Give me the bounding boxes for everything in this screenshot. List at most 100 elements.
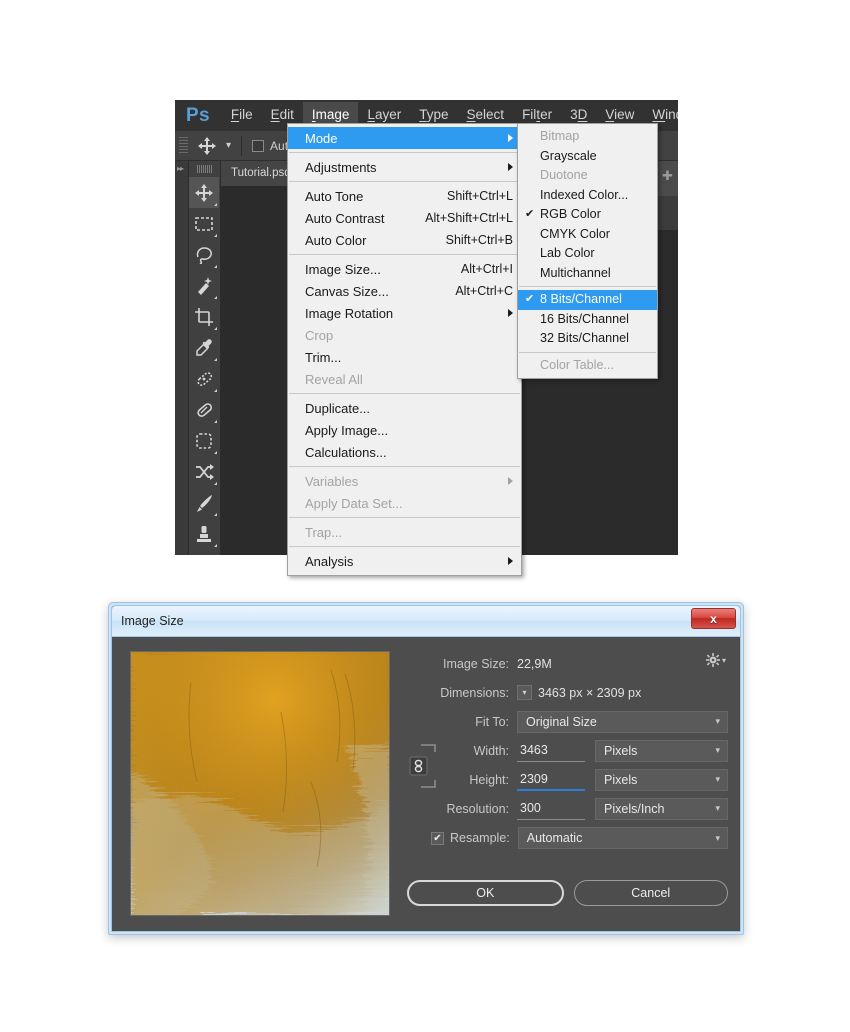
- menu-separator: [289, 466, 520, 467]
- image-size-form: Image Size: 22,9M: [407, 649, 728, 853]
- menu-item-duplicate[interactable]: Duplicate...: [288, 397, 521, 419]
- width-unit-select[interactable]: Pixels ▾: [595, 740, 728, 762]
- cancel-button[interactable]: Cancel: [574, 880, 729, 906]
- tool-flyout-indicator: [214, 482, 217, 485]
- menu-item-label: Auto Contrast: [305, 212, 403, 225]
- menu-item-rgb-color[interactable]: ✔RGB Color: [518, 205, 657, 225]
- fit-to-chevron-down-icon: ▾: [715, 716, 720, 727]
- shuffle-tool[interactable]: [189, 456, 219, 487]
- submenu-arrow-icon: [508, 163, 513, 171]
- resolution-input[interactable]: 300: [517, 798, 585, 820]
- expand-panels-icon[interactable]: ▸▸: [175, 161, 188, 173]
- tool-flyout-indicator: [214, 358, 217, 361]
- menu-item-8-bits-channel[interactable]: ✔8 Bits/Channel: [518, 290, 657, 310]
- history-brush-tool[interactable]: [189, 549, 219, 555]
- tools-panel-gripper[interactable]: [197, 165, 213, 173]
- dimensions-units-chevron-down-icon[interactable]: ▾: [517, 685, 532, 700]
- resample-checkbox[interactable]: ✔: [431, 832, 444, 845]
- menu-item-grayscale[interactable]: Grayscale: [518, 147, 657, 167]
- menu-separator: [289, 254, 520, 255]
- dialog-buttons: OK Cancel: [407, 880, 728, 906]
- menu-separator: [519, 286, 656, 287]
- menu-separator: [289, 393, 520, 394]
- dialog-title-bar[interactable]: Image Size x: [112, 606, 740, 637]
- menu-item-analysis[interactable]: Analysis: [288, 550, 521, 572]
- width-height-group: Width: 3463 Pixels ▾ Height: 2309 Pixels…: [407, 736, 728, 794]
- resolution-row: Resolution: 300 Pixels/Inch ▾: [407, 794, 728, 823]
- move-tool-icon[interactable]: [196, 135, 218, 157]
- auto-select-checkbox-box[interactable]: [252, 140, 264, 152]
- add-panel-icon[interactable]: ✚: [662, 169, 673, 182]
- menu-item-image-size[interactable]: Image Size...Alt+Ctrl+I: [288, 258, 521, 280]
- fit-to-label: Fit To:: [407, 715, 517, 729]
- menu-item-label: Crop: [305, 329, 513, 342]
- image-size-row: Image Size: 22,9M: [407, 649, 728, 678]
- lasso-tool[interactable]: [189, 239, 219, 270]
- menu-item-label: Color Table...: [540, 359, 649, 372]
- resample-select[interactable]: Automatic ▾: [518, 827, 728, 849]
- gear-chevron-down-icon[interactable]: ▾: [722, 656, 726, 665]
- right-panel-top[interactable]: ✚: [656, 161, 678, 196]
- menu-item-calculations[interactable]: Calculations...: [288, 441, 521, 463]
- ok-button[interactable]: OK: [407, 880, 564, 906]
- height-input[interactable]: 2309: [517, 769, 585, 791]
- check-icon: ✔: [525, 209, 534, 220]
- gear-settings-icon[interactable]: ▾: [706, 653, 726, 667]
- menu-item-trap: Trap...: [288, 521, 521, 543]
- width-input[interactable]: 3463: [517, 740, 585, 762]
- clone-stamp-tool[interactable]: [189, 518, 219, 549]
- tool-flyout-indicator: [214, 544, 217, 547]
- width-unit-value: Pixels: [604, 744, 637, 758]
- menu-item-label: Calculations...: [305, 446, 513, 459]
- height-label: Height:: [407, 773, 517, 787]
- menu-item-trim[interactable]: Trim...: [288, 346, 521, 368]
- crop-tool[interactable]: [189, 301, 219, 332]
- menu-item-canvas-size[interactable]: Canvas Size...Alt+Ctrl+C: [288, 280, 521, 302]
- content-aware-move-tool[interactable]: [189, 425, 219, 456]
- menu-item-auto-contrast[interactable]: Auto ContrastAlt+Shift+Ctrl+L: [288, 207, 521, 229]
- menu-item-label: Grayscale: [540, 150, 649, 163]
- tool-preset-chevron-down-icon[interactable]: ▾: [226, 140, 231, 151]
- resolution-unit-select[interactable]: Pixels/Inch ▾: [595, 798, 728, 820]
- menu-item-adjustments[interactable]: Adjustments: [288, 156, 521, 178]
- right-panel-bottom[interactable]: [656, 196, 678, 230]
- tool-flyout-indicator: [214, 389, 217, 392]
- menu-item-cmyk-color[interactable]: CMYK Color: [518, 225, 657, 245]
- menu-item-multichannel[interactable]: Multichannel: [518, 264, 657, 284]
- menu-item-indexed-color[interactable]: Indexed Color...: [518, 186, 657, 206]
- menu-item-shortcut: Alt+Ctrl+C: [433, 285, 513, 298]
- menu-item-duotone: Duotone: [518, 166, 657, 186]
- menu-item-image-rotation[interactable]: Image Rotation: [288, 302, 521, 324]
- patch-tool[interactable]: [189, 394, 219, 425]
- spot-healing-brush-tool[interactable]: [189, 363, 219, 394]
- menu-file[interactable]: File: [222, 102, 262, 129]
- tool-flyout-indicator: [214, 327, 217, 330]
- check-icon: ✔: [525, 294, 534, 305]
- height-unit-chevron-down-icon: ▾: [715, 774, 720, 785]
- resolution-unit-value: Pixels/Inch: [604, 802, 664, 816]
- menu-item-label: Auto Color: [305, 234, 424, 247]
- menu-item-32-bits-channel[interactable]: 32 Bits/Channel: [518, 329, 657, 349]
- tools-list: [189, 177, 220, 555]
- menu-item-mode[interactable]: Mode: [288, 127, 521, 149]
- menu-item-label: Image Rotation: [305, 307, 500, 320]
- menu-item-apply-image[interactable]: Apply Image...: [288, 419, 521, 441]
- menu-item-16-bits-channel[interactable]: 16 Bits/Channel: [518, 310, 657, 330]
- menu-item-label: 32 Bits/Channel: [540, 332, 649, 345]
- quick-selection-tool[interactable]: [189, 270, 219, 301]
- brush-tool[interactable]: [189, 487, 219, 518]
- menu-item-label: Lab Color: [540, 247, 649, 260]
- options-bar-gripper[interactable]: [179, 137, 188, 155]
- menu-item-auto-color[interactable]: Auto ColorShift+Ctrl+B: [288, 229, 521, 251]
- menu-item-auto-tone[interactable]: Auto ToneShift+Ctrl+L: [288, 185, 521, 207]
- fit-to-select[interactable]: Original Size ▾: [517, 711, 728, 733]
- tool-flyout-indicator: [214, 513, 217, 516]
- close-icon[interactable]: x: [691, 608, 736, 629]
- menu-item-lab-color[interactable]: Lab Color: [518, 244, 657, 264]
- menu-item-label: Analysis: [305, 555, 500, 568]
- move-tool[interactable]: [189, 177, 219, 208]
- rectangular-marquee-tool[interactable]: [189, 208, 219, 239]
- menu-item-label: Image Size...: [305, 263, 439, 276]
- eyedropper-tool[interactable]: [189, 332, 219, 363]
- height-unit-select[interactable]: Pixels ▾: [595, 769, 728, 791]
